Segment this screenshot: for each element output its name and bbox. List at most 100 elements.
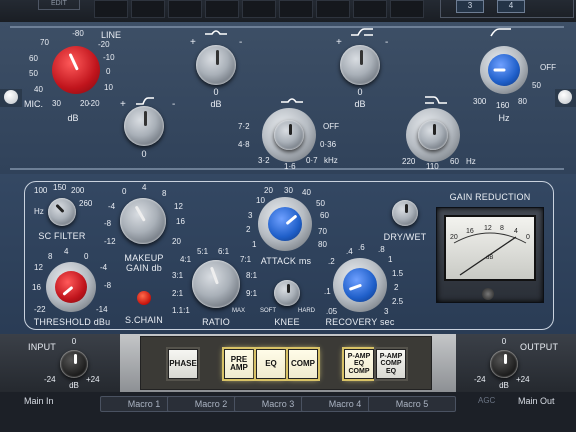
ratio-tick: 7:1	[240, 255, 252, 264]
main-out-label: Main Out	[518, 396, 555, 406]
recovery-tick: .2	[328, 257, 335, 266]
db-label: dB	[354, 99, 366, 109]
attack-tick: 20	[264, 186, 273, 195]
input-max: +24	[86, 375, 100, 384]
mf-tick: 3·2	[258, 156, 270, 165]
gr-tick: 12	[484, 225, 492, 232]
lf-tick: 110	[426, 162, 439, 171]
low-shelf-icon	[136, 97, 154, 105]
makeup-gain-knob[interactable]	[120, 198, 166, 244]
low-freq-inner-knob[interactable]	[418, 120, 448, 150]
attack-tick: 1	[252, 240, 257, 249]
threshold-tick: -4	[100, 263, 108, 272]
mid-freq-inner-knob[interactable]	[274, 120, 304, 150]
gain-tick: 40	[34, 85, 43, 94]
threshold-tick: -22	[34, 305, 46, 314]
plus-label: +	[120, 99, 126, 110]
attack-tick: 2	[246, 225, 251, 234]
attack-tick: 10	[256, 196, 265, 205]
recovery-label: RECOVERY sec	[325, 317, 395, 327]
gr-tick: 8	[500, 225, 504, 232]
threshold-tick: -8	[104, 281, 112, 290]
agc-label[interactable]: AGC	[478, 396, 495, 405]
ratio-tick: 3:1	[172, 271, 184, 280]
mf-tick: 1·6	[284, 162, 296, 171]
plus-label: +	[336, 37, 342, 48]
makeup-tick: -4	[108, 202, 116, 211]
order-pamp-comp-eq-button[interactable]: P-AMP COMP EQ	[376, 349, 406, 379]
threshold-knob[interactable]	[55, 271, 87, 303]
output-min: -24	[474, 375, 486, 384]
right-screw-button[interactable]	[558, 90, 572, 104]
output-max: +24	[516, 375, 530, 384]
gain-tick: 30	[52, 99, 61, 108]
hp-tick: 160	[496, 101, 510, 110]
gr-db: dB	[486, 255, 494, 261]
output-gain-knob[interactable]	[490, 350, 518, 378]
high-pass-knob[interactable]	[488, 54, 520, 86]
gain-tick: 70	[40, 38, 49, 47]
output-label: OUTPUT	[520, 342, 559, 352]
dry-wet-knob[interactable]	[392, 200, 418, 226]
mf-tick: OFF	[323, 122, 339, 131]
makeup-tick: 8	[162, 189, 167, 198]
side-chain-toggle[interactable]	[137, 291, 151, 305]
input-db: dB	[69, 381, 79, 390]
side-chain-label: S.CHAIN	[125, 315, 163, 325]
mf-tick: 0·7	[306, 156, 318, 165]
macro-5-slot[interactable]: Macro 5	[368, 396, 456, 412]
high-shelf-icon	[351, 28, 373, 36]
hard-label: HARD	[298, 308, 316, 314]
phase-button[interactable]: PHASE	[168, 349, 198, 379]
ratio-tick: 9:1	[246, 289, 258, 298]
gain-tick: -80	[72, 29, 84, 38]
attack-tick: 30	[284, 186, 293, 195]
high-pass-icon	[490, 28, 511, 37]
ratio-tick: 6:1	[218, 247, 230, 256]
ratio-knob[interactable]	[192, 260, 240, 308]
gain-db-label: dB	[67, 113, 79, 123]
makeup-label: MAKEUP	[124, 253, 164, 263]
threshold-tick: 4	[64, 247, 69, 256]
sc-filter-knob[interactable]	[48, 198, 76, 226]
high-gain-knob[interactable]	[340, 45, 380, 85]
attack-knob[interactable]	[268, 207, 302, 241]
minus-label: -	[239, 37, 243, 48]
knee-knob[interactable]	[274, 280, 300, 306]
input-gain-knob[interactable]	[60, 350, 88, 378]
left-screw-button[interactable]	[4, 90, 18, 104]
hp-off-label: OFF	[540, 63, 556, 72]
gain-tick: 60	[29, 54, 38, 63]
recovery-tick: 3	[384, 307, 389, 316]
edit-button[interactable]: EDIT	[38, 0, 80, 10]
meter-zero-screw[interactable]	[482, 288, 494, 300]
makeup-tick: 0	[122, 187, 127, 196]
lf-tick: 60	[450, 157, 459, 166]
low-shelf-freq-icon	[425, 96, 447, 104]
tab-3[interactable]: 3	[456, 0, 484, 13]
tab-4[interactable]: 4	[497, 0, 525, 13]
preset-slots	[94, 0, 424, 18]
comp-button[interactable]: COMP	[288, 349, 318, 379]
gr-tick: 20	[450, 234, 458, 241]
line-label: LINE	[101, 30, 122, 40]
attack-tick: 50	[316, 199, 325, 208]
attack-tick: 40	[302, 188, 311, 197]
low-shelf-gain-knob[interactable]	[124, 106, 164, 146]
khz-label: kHz	[324, 156, 338, 165]
recovery-knob[interactable]	[343, 268, 377, 302]
recovery-tick: 1	[388, 255, 393, 264]
threshold-tick: 8	[48, 252, 53, 261]
threshold-tick: 16	[32, 283, 41, 292]
plugin-window: { "top_bar":{"edit":"EDIT","tab_3":"3","…	[0, 0, 576, 432]
order-pamp-eq-comp-button[interactable]: P-AMP EQ COMP	[344, 349, 374, 379]
eq-button[interactable]: EQ	[256, 349, 286, 379]
sc-filter-label: SC FILTER	[38, 231, 86, 241]
threshold-tick: 12	[34, 263, 43, 272]
preamp-button[interactable]: PRE AMP	[224, 349, 254, 379]
recovery-tick: .1	[324, 287, 331, 296]
threshold-label: THRESHOLD dBu	[33, 317, 111, 327]
attack-label: ATTACK ms	[260, 256, 312, 266]
bell-gain-knob[interactable]	[196, 45, 236, 85]
mic-line-gain-knob[interactable]	[52, 46, 100, 94]
